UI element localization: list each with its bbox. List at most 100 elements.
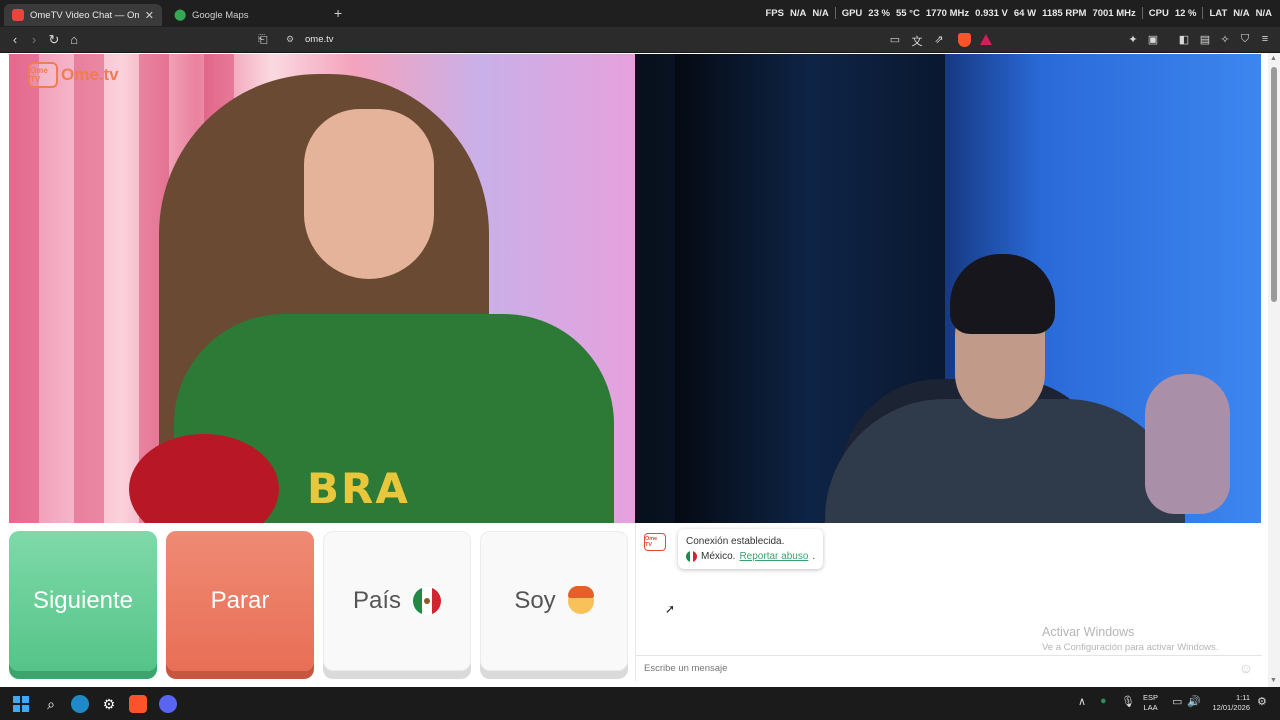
forward-icon[interactable]: › (26, 32, 42, 47)
lat-value-2: N/A (1255, 7, 1272, 19)
volume-icon[interactable]: 🔊 (1187, 695, 1201, 708)
windows-taskbar: ⌕ ⚙ ∧ ● 🎙 ESP LAA ▭ 🔊 1:11 12/01/2026 ⚙ (0, 687, 1280, 720)
extensions-icon[interactable]: ✦ (1126, 33, 1140, 46)
ometv-favicon-icon (12, 9, 24, 21)
windows-start-icon[interactable] (12, 695, 30, 713)
bookmark-icon[interactable]: ⎗ (258, 32, 268, 47)
report-suffix: . (812, 551, 816, 562)
logo-text: Ome.tv (61, 65, 119, 84)
divider (1202, 7, 1204, 19)
stranger-country: México. (701, 551, 736, 562)
self-hair (950, 254, 1055, 334)
logo-badge: Ome TV (28, 62, 58, 88)
menu-icon[interactable]: ≡ (1258, 33, 1272, 45)
chat-panel: Ome TV Conexión establecida. México. Rep… (635, 523, 1262, 681)
gender-button[interactable]: Soy (480, 531, 628, 671)
gpu-fan: 1185 RPM (1042, 7, 1087, 19)
fps-value: N/A (789, 7, 807, 19)
tab-ometv[interactable]: OmeTV Video Chat — Omeg ✕ (4, 4, 162, 26)
brave-rewards-icon[interactable] (980, 34, 992, 45)
app-icon[interactable]: ⚙ (100, 695, 118, 713)
home-icon[interactable]: ⌂ (66, 32, 82, 47)
watermark-title: Activar Windows (1042, 625, 1135, 639)
tab-manager-icon[interactable]: ▤ (1198, 33, 1212, 46)
maps-pin-icon: ⬤ (174, 9, 187, 21)
clock-time: 1:11 (1235, 693, 1250, 702)
gpu-clock: 1770 MHz (925, 7, 970, 19)
next-button-label: Siguiente (32, 587, 134, 614)
country-button-label: País (352, 587, 402, 614)
gpu-temp: 55 °C (895, 7, 920, 19)
discord-icon[interactable] (159, 695, 177, 713)
stranger-face (304, 109, 434, 279)
report-abuse-link[interactable]: Reportar abuso (739, 549, 808, 564)
new-tab-button[interactable]: + (334, 5, 342, 21)
stranger-video: BRA Ome TV Ome.tv (9, 54, 635, 523)
mexico-flag-icon (413, 587, 441, 615)
self-video (635, 54, 1261, 523)
mouse-cursor-icon: ➚ (665, 602, 676, 616)
share-icon[interactable]: ⇗ (932, 33, 946, 46)
vpn-icon[interactable]: ⛉ (1238, 33, 1252, 46)
back-icon[interactable]: ‹ (7, 32, 23, 47)
translate-icon[interactable]: 文 (910, 33, 924, 49)
country-button[interactable]: País (323, 531, 471, 671)
lat-value: N/A (1233, 7, 1250, 19)
system-message: Conexión establecida. México. Reportar a… (678, 529, 824, 569)
clock[interactable]: 1:11 12/01/2026 (1206, 693, 1250, 713)
reload-icon[interactable]: ↻ (46, 32, 62, 48)
browser-tab-bar: OmeTV Video Chat — Omeg ✕ ⬤ Google Maps … (0, 0, 1280, 27)
close-tab-icon[interactable]: ✕ (145, 9, 154, 22)
fps-value-2: N/A (812, 7, 829, 19)
emoji-icon[interactable]: ☺ (1239, 660, 1253, 676)
cpu-load: 12 % (1174, 7, 1197, 19)
keyboard-layout: LAA (1143, 703, 1158, 712)
microphone-icon[interactable]: 🎙 (1121, 695, 1135, 708)
divider (834, 7, 836, 19)
wallet-icon[interactable]: ▣ (1146, 33, 1160, 46)
performance-overlay: FPS N/A N/A GPU 23 % 55 °C 1770 MHz 0.93… (765, 7, 1272, 19)
tray-overflow-icon[interactable]: ∧ (1078, 695, 1086, 708)
shirt-text: BRA (307, 464, 410, 513)
tab-google-maps[interactable]: ⬤ Google Maps (166, 4, 324, 26)
ometv-logo[interactable]: Ome TV Ome.tv (28, 62, 119, 88)
activate-windows-watermark: Activar Windows Ve a Configuración para … (1042, 625, 1218, 653)
search-icon[interactable]: ⌕ (42, 695, 60, 713)
url-field[interactable]: ome.tv (305, 34, 334, 45)
divider (1141, 7, 1143, 19)
message-input[interactable] (636, 655, 1262, 681)
site-settings-icon[interactable]: ⚙ (286, 34, 294, 45)
page-scrollbar[interactable]: ▲ ▼ (1268, 53, 1280, 687)
language-code: ESP (1143, 693, 1159, 702)
watermark-subtitle: Ve a Configuración para activar Windows. (1042, 642, 1219, 653)
network-icon[interactable]: ▭ (1172, 695, 1182, 708)
sidebar-icon[interactable]: ◧ (1177, 33, 1191, 46)
gpu-load: 23 % (868, 7, 890, 19)
leo-ai-icon[interactable]: ✧ (1218, 33, 1232, 46)
gpu-mem: 7001 MHz (1092, 7, 1136, 19)
wall-stripe (74, 54, 104, 523)
brave-shields-icon[interactable] (958, 33, 971, 47)
notifications-icon[interactable]: ⚙ (1257, 695, 1267, 708)
stop-button[interactable]: Parar (166, 531, 314, 671)
cast-icon[interactable]: ▭ (888, 33, 902, 46)
brave-icon[interactable] (129, 695, 147, 713)
scroll-down-icon[interactable]: ▼ (1270, 677, 1277, 684)
gpu-power: 64 W (1013, 7, 1037, 19)
lat-label: LAT (1209, 7, 1228, 19)
language-indicator[interactable]: ESP LAA (1143, 693, 1158, 713)
fps-label: FPS (765, 7, 784, 19)
next-button[interactable]: Siguiente (9, 531, 157, 671)
boy-emoji-icon (567, 586, 594, 614)
edge-icon[interactable] (71, 695, 89, 713)
ometv-avatar: Ome TV (644, 533, 666, 551)
tab-title: OmeTV Video Chat — Omeg (30, 9, 139, 21)
tray-app-icon[interactable]: ● (1100, 695, 1107, 707)
page-content: BRA Ome TV Ome.tv Siguiente Parar País S… (0, 53, 1280, 687)
wall-stripe (9, 54, 39, 523)
scroll-thumb[interactable] (1271, 67, 1277, 302)
clock-date: 12/01/2026 (1212, 703, 1250, 712)
scroll-up-icon[interactable]: ▲ (1270, 55, 1277, 62)
waving-hand (1145, 374, 1230, 514)
cpu-label: CPU (1148, 7, 1169, 19)
